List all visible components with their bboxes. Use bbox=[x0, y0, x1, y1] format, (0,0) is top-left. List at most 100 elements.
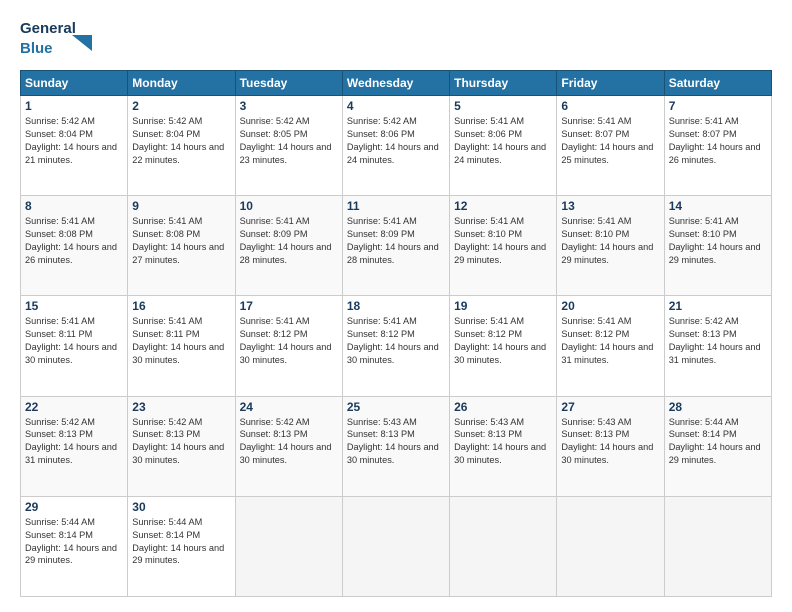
day-number: 28 bbox=[669, 400, 767, 414]
calendar-cell-17: 17 Sunrise: 5:41 AMSunset: 8:12 PMDaylig… bbox=[235, 296, 342, 396]
calendar-row-0: 1 Sunrise: 5:42 AMSunset: 8:04 PMDayligh… bbox=[21, 96, 772, 196]
day-info: Sunrise: 5:41 AMSunset: 8:09 PMDaylight:… bbox=[347, 215, 445, 267]
calendar-row-3: 22 Sunrise: 5:42 AMSunset: 8:13 PMDaylig… bbox=[21, 396, 772, 496]
day-info: Sunrise: 5:41 AMSunset: 8:11 PMDaylight:… bbox=[25, 315, 123, 367]
day-info: Sunrise: 5:44 AMSunset: 8:14 PMDaylight:… bbox=[25, 516, 123, 568]
logo-svg: General Blue bbox=[20, 15, 110, 60]
calendar-cell-20: 20 Sunrise: 5:41 AMSunset: 8:12 PMDaylig… bbox=[557, 296, 664, 396]
calendar-cell-26: 26 Sunrise: 5:43 AMSunset: 8:13 PMDaylig… bbox=[450, 396, 557, 496]
calendar-cell-4: 4 Sunrise: 5:42 AMSunset: 8:06 PMDayligh… bbox=[342, 96, 449, 196]
day-number: 9 bbox=[132, 199, 230, 213]
day-info: Sunrise: 5:42 AMSunset: 8:13 PMDaylight:… bbox=[25, 416, 123, 468]
calendar-cell-25: 25 Sunrise: 5:43 AMSunset: 8:13 PMDaylig… bbox=[342, 396, 449, 496]
day-number: 15 bbox=[25, 299, 123, 313]
col-header-sunday: Sunday bbox=[21, 71, 128, 96]
day-info: Sunrise: 5:44 AMSunset: 8:14 PMDaylight:… bbox=[132, 516, 230, 568]
day-number: 11 bbox=[347, 199, 445, 213]
day-info: Sunrise: 5:42 AMSunset: 8:13 PMDaylight:… bbox=[132, 416, 230, 468]
day-info: Sunrise: 5:42 AMSunset: 8:05 PMDaylight:… bbox=[240, 115, 338, 167]
calendar-cell-23: 23 Sunrise: 5:42 AMSunset: 8:13 PMDaylig… bbox=[128, 396, 235, 496]
calendar-cell-1: 1 Sunrise: 5:42 AMSunset: 8:04 PMDayligh… bbox=[21, 96, 128, 196]
calendar-cell-22: 22 Sunrise: 5:42 AMSunset: 8:13 PMDaylig… bbox=[21, 396, 128, 496]
calendar-row-1: 8 Sunrise: 5:41 AMSunset: 8:08 PMDayligh… bbox=[21, 196, 772, 296]
day-info: Sunrise: 5:41 AMSunset: 8:12 PMDaylight:… bbox=[561, 315, 659, 367]
day-info: Sunrise: 5:42 AMSunset: 8:13 PMDaylight:… bbox=[240, 416, 338, 468]
calendar-cell-empty bbox=[450, 496, 557, 596]
calendar-cell-empty bbox=[235, 496, 342, 596]
day-number: 13 bbox=[561, 199, 659, 213]
calendar-cell-14: 14 Sunrise: 5:41 AMSunset: 8:10 PMDaylig… bbox=[664, 196, 771, 296]
day-number: 26 bbox=[454, 400, 552, 414]
calendar-cell-27: 27 Sunrise: 5:43 AMSunset: 8:13 PMDaylig… bbox=[557, 396, 664, 496]
calendar-cell-15: 15 Sunrise: 5:41 AMSunset: 8:11 PMDaylig… bbox=[21, 296, 128, 396]
calendar-cell-21: 21 Sunrise: 5:42 AMSunset: 8:13 PMDaylig… bbox=[664, 296, 771, 396]
day-number: 8 bbox=[25, 199, 123, 213]
day-info: Sunrise: 5:41 AMSunset: 8:12 PMDaylight:… bbox=[240, 315, 338, 367]
day-info: Sunrise: 5:43 AMSunset: 8:13 PMDaylight:… bbox=[347, 416, 445, 468]
day-info: Sunrise: 5:41 AMSunset: 8:10 PMDaylight:… bbox=[454, 215, 552, 267]
day-info: Sunrise: 5:41 AMSunset: 8:09 PMDaylight:… bbox=[240, 215, 338, 267]
calendar-cell-7: 7 Sunrise: 5:41 AMSunset: 8:07 PMDayligh… bbox=[664, 96, 771, 196]
day-info: Sunrise: 5:42 AMSunset: 8:13 PMDaylight:… bbox=[669, 315, 767, 367]
calendar-cell-29: 29 Sunrise: 5:44 AMSunset: 8:14 PMDaylig… bbox=[21, 496, 128, 596]
calendar-cell-16: 16 Sunrise: 5:41 AMSunset: 8:11 PMDaylig… bbox=[128, 296, 235, 396]
day-number: 2 bbox=[132, 99, 230, 113]
day-info: Sunrise: 5:41 AMSunset: 8:08 PMDaylight:… bbox=[132, 215, 230, 267]
col-header-tuesday: Tuesday bbox=[235, 71, 342, 96]
calendar-cell-5: 5 Sunrise: 5:41 AMSunset: 8:06 PMDayligh… bbox=[450, 96, 557, 196]
col-header-monday: Monday bbox=[128, 71, 235, 96]
calendar-cell-6: 6 Sunrise: 5:41 AMSunset: 8:07 PMDayligh… bbox=[557, 96, 664, 196]
logo: General Blue bbox=[20, 15, 110, 60]
col-header-friday: Friday bbox=[557, 71, 664, 96]
day-number: 10 bbox=[240, 199, 338, 213]
day-info: Sunrise: 5:41 AMSunset: 8:12 PMDaylight:… bbox=[454, 315, 552, 367]
calendar-row-4: 29 Sunrise: 5:44 AMSunset: 8:14 PMDaylig… bbox=[21, 496, 772, 596]
day-info: Sunrise: 5:41 AMSunset: 8:07 PMDaylight:… bbox=[669, 115, 767, 167]
calendar-cell-24: 24 Sunrise: 5:42 AMSunset: 8:13 PMDaylig… bbox=[235, 396, 342, 496]
calendar-table: SundayMondayTuesdayWednesdayThursdayFrid… bbox=[20, 70, 772, 597]
day-number: 21 bbox=[669, 299, 767, 313]
day-info: Sunrise: 5:41 AMSunset: 8:08 PMDaylight:… bbox=[25, 215, 123, 267]
calendar-cell-empty bbox=[557, 496, 664, 596]
header: General Blue bbox=[20, 15, 772, 60]
day-info: Sunrise: 5:41 AMSunset: 8:06 PMDaylight:… bbox=[454, 115, 552, 167]
col-header-saturday: Saturday bbox=[664, 71, 771, 96]
day-number: 18 bbox=[347, 299, 445, 313]
day-number: 4 bbox=[347, 99, 445, 113]
day-number: 30 bbox=[132, 500, 230, 514]
day-number: 20 bbox=[561, 299, 659, 313]
day-number: 16 bbox=[132, 299, 230, 313]
day-number: 7 bbox=[669, 99, 767, 113]
calendar-cell-19: 19 Sunrise: 5:41 AMSunset: 8:12 PMDaylig… bbox=[450, 296, 557, 396]
day-number: 5 bbox=[454, 99, 552, 113]
page: General Blue SundayMondayTuesdayWednesda… bbox=[0, 0, 792, 612]
calendar-cell-8: 8 Sunrise: 5:41 AMSunset: 8:08 PMDayligh… bbox=[21, 196, 128, 296]
day-info: Sunrise: 5:41 AMSunset: 8:10 PMDaylight:… bbox=[561, 215, 659, 267]
day-number: 24 bbox=[240, 400, 338, 414]
calendar-cell-18: 18 Sunrise: 5:41 AMSunset: 8:12 PMDaylig… bbox=[342, 296, 449, 396]
calendar-cell-13: 13 Sunrise: 5:41 AMSunset: 8:10 PMDaylig… bbox=[557, 196, 664, 296]
calendar-cell-10: 10 Sunrise: 5:41 AMSunset: 8:09 PMDaylig… bbox=[235, 196, 342, 296]
svg-text:General: General bbox=[20, 20, 76, 37]
calendar-cell-2: 2 Sunrise: 5:42 AMSunset: 8:04 PMDayligh… bbox=[128, 96, 235, 196]
calendar-cell-30: 30 Sunrise: 5:44 AMSunset: 8:14 PMDaylig… bbox=[128, 496, 235, 596]
day-info: Sunrise: 5:44 AMSunset: 8:14 PMDaylight:… bbox=[669, 416, 767, 468]
day-number: 14 bbox=[669, 199, 767, 213]
col-header-wednesday: Wednesday bbox=[342, 71, 449, 96]
col-header-thursday: Thursday bbox=[450, 71, 557, 96]
calendar-cell-11: 11 Sunrise: 5:41 AMSunset: 8:09 PMDaylig… bbox=[342, 196, 449, 296]
day-info: Sunrise: 5:43 AMSunset: 8:13 PMDaylight:… bbox=[454, 416, 552, 468]
day-info: Sunrise: 5:41 AMSunset: 8:10 PMDaylight:… bbox=[669, 215, 767, 267]
calendar-cell-12: 12 Sunrise: 5:41 AMSunset: 8:10 PMDaylig… bbox=[450, 196, 557, 296]
day-number: 25 bbox=[347, 400, 445, 414]
calendar-header-row: SundayMondayTuesdayWednesdayThursdayFrid… bbox=[21, 71, 772, 96]
day-info: Sunrise: 5:42 AMSunset: 8:04 PMDaylight:… bbox=[25, 115, 123, 167]
day-info: Sunrise: 5:42 AMSunset: 8:06 PMDaylight:… bbox=[347, 115, 445, 167]
calendar-cell-9: 9 Sunrise: 5:41 AMSunset: 8:08 PMDayligh… bbox=[128, 196, 235, 296]
day-number: 12 bbox=[454, 199, 552, 213]
day-number: 19 bbox=[454, 299, 552, 313]
calendar-cell-3: 3 Sunrise: 5:42 AMSunset: 8:05 PMDayligh… bbox=[235, 96, 342, 196]
calendar-cell-28: 28 Sunrise: 5:44 AMSunset: 8:14 PMDaylig… bbox=[664, 396, 771, 496]
day-info: Sunrise: 5:43 AMSunset: 8:13 PMDaylight:… bbox=[561, 416, 659, 468]
day-number: 22 bbox=[25, 400, 123, 414]
